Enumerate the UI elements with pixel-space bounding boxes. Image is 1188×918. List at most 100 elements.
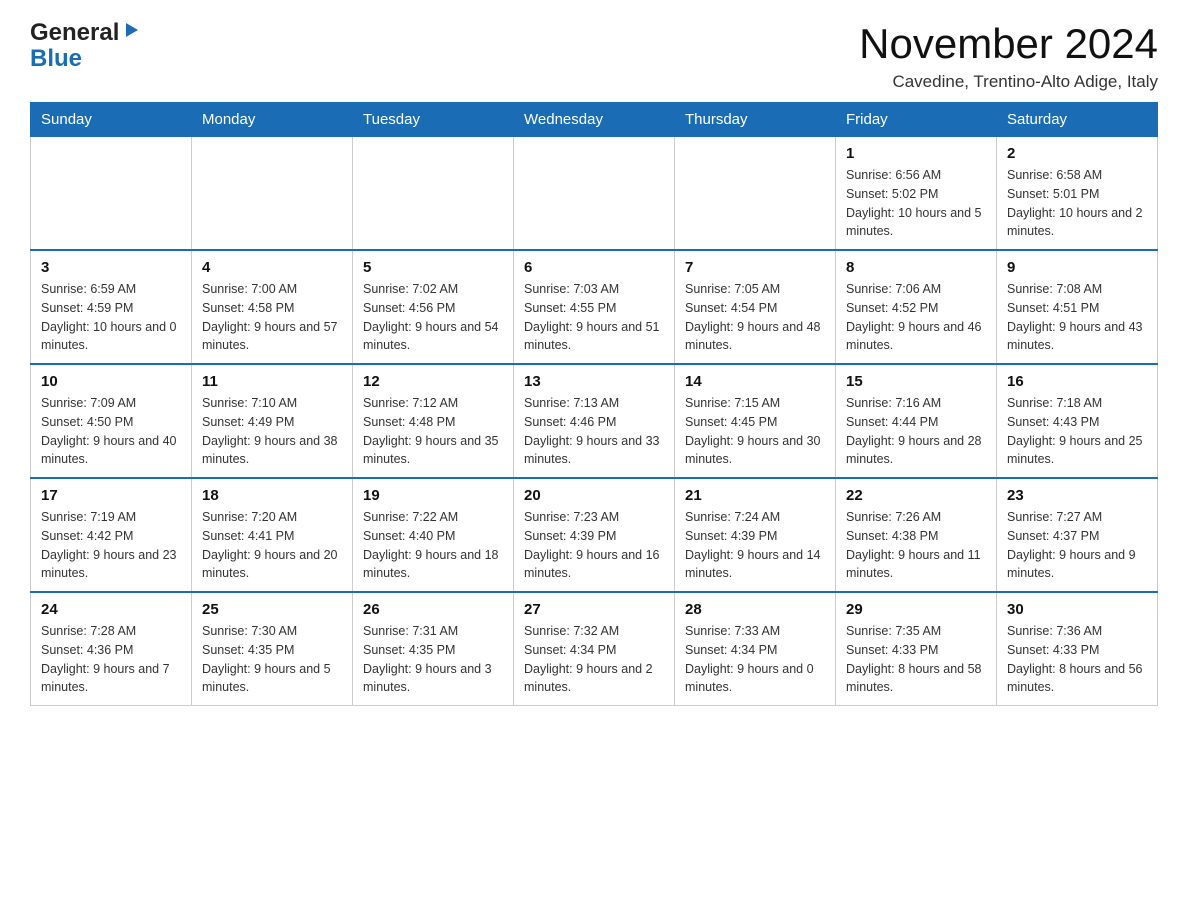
calendar-cell: 13Sunrise: 7:13 AMSunset: 4:46 PMDayligh… — [514, 364, 675, 478]
day-number: 17 — [41, 487, 181, 504]
day-info: Sunrise: 7:00 AMSunset: 4:58 PMDaylight:… — [202, 280, 342, 355]
day-number: 21 — [685, 487, 825, 504]
day-info: Sunrise: 7:18 AMSunset: 4:43 PMDaylight:… — [1007, 394, 1147, 469]
logo-arrow-icon — [122, 20, 140, 44]
calendar-cell: 5 Sunrise: 7:02 AMSunset: 4:56 PMDaylight… — [353, 250, 514, 364]
day-number: 24 — [41, 601, 181, 618]
day-info: Sunrise: 7:26 AMSunset: 4:38 PMDaylight:… — [846, 508, 986, 583]
day-info: Sunrise: 7:27 AMSunset: 4:37 PMDaylight:… — [1007, 508, 1147, 583]
month-title: November 2024 — [859, 20, 1158, 68]
calendar-cell: 29Sunrise: 7:35 AMSunset: 4:33 PMDayligh… — [836, 592, 997, 706]
calendar-cell — [353, 137, 514, 251]
col-header-sunday: Sunday — [31, 103, 192, 137]
day-info: Sunrise: 7:23 AMSunset: 4:39 PMDaylight:… — [524, 508, 664, 583]
logo: General Blue — [30, 20, 140, 73]
day-info: Sunrise: 7:28 AMSunset: 4:36 PMDaylight:… — [41, 622, 181, 697]
calendar-header-row: SundayMondayTuesdayWednesdayThursdayFrid… — [31, 103, 1158, 137]
day-info: Sunrise: 7:30 AMSunset: 4:35 PMDaylight:… — [202, 622, 342, 697]
calendar-cell: 7Sunrise: 7:05 AMSunset: 4:54 PMDaylight… — [675, 250, 836, 364]
day-info: Sunrise: 7:19 AMSunset: 4:42 PMDaylight:… — [41, 508, 181, 583]
calendar-cell: 14Sunrise: 7:15 AMSunset: 4:45 PMDayligh… — [675, 364, 836, 478]
day-number: 26 — [363, 601, 503, 618]
calendar-cell: 23 Sunrise: 7:27 AMSunset: 4:37 PMDayligh… — [997, 478, 1158, 592]
day-number: 22 — [846, 487, 986, 504]
day-number: 9 — [1007, 259, 1147, 276]
calendar-cell: 11 Sunrise: 7:10 AMSunset: 4:49 PMDayligh… — [192, 364, 353, 478]
week-row-2: 3Sunrise: 6:59 AMSunset: 4:59 PMDaylight… — [31, 250, 1158, 364]
calendar-cell — [675, 137, 836, 251]
day-number: 8 — [846, 259, 986, 276]
page-header: General Blue November 2024 Cavedine, Tre… — [30, 20, 1158, 92]
day-number: 2 — [1007, 145, 1147, 162]
day-info: Sunrise: 7:05 AMSunset: 4:54 PMDaylight:… — [685, 280, 825, 355]
day-info: Sunrise: 7:35 AMSunset: 4:33 PMDaylight:… — [846, 622, 986, 697]
calendar-cell: 12 Sunrise: 7:12 AMSunset: 4:48 PMDayligh… — [353, 364, 514, 478]
day-info: Sunrise: 7:22 AMSunset: 4:40 PMDaylight:… — [363, 508, 503, 583]
day-info: Sunrise: 7:06 AMSunset: 4:52 PMDaylight:… — [846, 280, 986, 355]
day-number: 20 — [524, 487, 664, 504]
day-number: 13 — [524, 373, 664, 390]
calendar-cell — [514, 137, 675, 251]
day-number: 5 — [363, 259, 503, 276]
day-info: Sunrise: 7:32 AMSunset: 4:34 PMDaylight:… — [524, 622, 664, 697]
day-info: Sunrise: 7:16 AMSunset: 4:44 PMDaylight:… — [846, 394, 986, 469]
day-info: Sunrise: 7:02 AMSunset: 4:56 PMDaylight:… — [363, 280, 503, 355]
day-info: Sunrise: 7:24 AMSunset: 4:39 PMDaylight:… — [685, 508, 825, 583]
day-info: Sunrise: 7:10 AMSunset: 4:49 PMDaylight:… — [202, 394, 342, 469]
day-number: 16 — [1007, 373, 1147, 390]
day-info: Sunrise: 7:31 AMSunset: 4:35 PMDaylight:… — [363, 622, 503, 697]
calendar-cell: 20 Sunrise: 7:23 AMSunset: 4:39 PMDayligh… — [514, 478, 675, 592]
calendar-cell: 10 Sunrise: 7:09 AMSunset: 4:50 PMDayligh… — [31, 364, 192, 478]
calendar-cell — [31, 137, 192, 251]
col-header-friday: Friday — [836, 103, 997, 137]
day-info: Sunrise: 7:12 AMSunset: 4:48 PMDaylight:… — [363, 394, 503, 469]
day-info: Sunrise: 7:09 AMSunset: 4:50 PMDaylight:… — [41, 394, 181, 469]
day-number: 28 — [685, 601, 825, 618]
week-row-1: 1Sunrise: 6:56 AMSunset: 5:02 PMDaylight… — [31, 137, 1158, 251]
week-row-3: 10 Sunrise: 7:09 AMSunset: 4:50 PMDayligh… — [31, 364, 1158, 478]
day-number: 19 — [363, 487, 503, 504]
calendar-cell: 24 Sunrise: 7:28 AMSunset: 4:36 PMDayligh… — [31, 592, 192, 706]
col-header-thursday: Thursday — [675, 103, 836, 137]
day-number: 30 — [1007, 601, 1147, 618]
calendar-cell: 26 Sunrise: 7:31 AMSunset: 4:35 PMDayligh… — [353, 592, 514, 706]
day-number: 25 — [202, 601, 342, 618]
col-header-monday: Monday — [192, 103, 353, 137]
calendar-cell: 25 Sunrise: 7:30 AMSunset: 4:35 PMDayligh… — [192, 592, 353, 706]
day-number: 27 — [524, 601, 664, 618]
location-subtitle: Cavedine, Trentino-Alto Adige, Italy — [859, 72, 1158, 92]
calendar-cell: 6 Sunrise: 7:03 AMSunset: 4:55 PMDaylight… — [514, 250, 675, 364]
week-row-5: 24 Sunrise: 7:28 AMSunset: 4:36 PMDayligh… — [31, 592, 1158, 706]
day-info: Sunrise: 7:03 AMSunset: 4:55 PMDaylight:… — [524, 280, 664, 355]
day-number: 10 — [41, 373, 181, 390]
calendar-cell: 1Sunrise: 6:56 AMSunset: 5:02 PMDaylight… — [836, 137, 997, 251]
day-number: 23 — [1007, 487, 1147, 504]
day-info: Sunrise: 7:36 AMSunset: 4:33 PMDaylight:… — [1007, 622, 1147, 697]
day-info: Sunrise: 6:59 AMSunset: 4:59 PMDaylight:… — [41, 280, 181, 355]
title-block: November 2024 Cavedine, Trentino-Alto Ad… — [859, 20, 1158, 92]
calendar-cell: 2 Sunrise: 6:58 AMSunset: 5:01 PMDaylight… — [997, 137, 1158, 251]
day-info: Sunrise: 7:20 AMSunset: 4:41 PMDaylight:… — [202, 508, 342, 583]
day-number: 15 — [846, 373, 986, 390]
day-number: 4 — [202, 259, 342, 276]
logo-text-general: General — [30, 20, 119, 46]
calendar-cell: 18Sunrise: 7:20 AMSunset: 4:41 PMDayligh… — [192, 478, 353, 592]
day-info: Sunrise: 7:08 AMSunset: 4:51 PMDaylight:… — [1007, 280, 1147, 355]
day-info: Sunrise: 6:58 AMSunset: 5:01 PMDaylight:… — [1007, 166, 1147, 241]
day-number: 6 — [524, 259, 664, 276]
calendar-table: SundayMondayTuesdayWednesdayThursdayFrid… — [30, 102, 1158, 706]
calendar-cell: 22 Sunrise: 7:26 AMSunset: 4:38 PMDayligh… — [836, 478, 997, 592]
calendar-cell: 17 Sunrise: 7:19 AMSunset: 4:42 PMDayligh… — [31, 478, 192, 592]
day-number: 14 — [685, 373, 825, 390]
day-info: Sunrise: 6:56 AMSunset: 5:02 PMDaylight:… — [846, 166, 986, 241]
day-number: 11 — [202, 373, 342, 390]
calendar-cell: 19 Sunrise: 7:22 AMSunset: 4:40 PMDayligh… — [353, 478, 514, 592]
calendar-cell — [192, 137, 353, 251]
logo-text-blue: Blue — [30, 45, 82, 72]
week-row-4: 17 Sunrise: 7:19 AMSunset: 4:42 PMDayligh… — [31, 478, 1158, 592]
col-header-wednesday: Wednesday — [514, 103, 675, 137]
calendar-cell: 15 Sunrise: 7:16 AMSunset: 4:44 PMDayligh… — [836, 364, 997, 478]
day-info: Sunrise: 7:33 AMSunset: 4:34 PMDaylight:… — [685, 622, 825, 697]
day-number: 12 — [363, 373, 503, 390]
calendar-cell: 8 Sunrise: 7:06 AMSunset: 4:52 PMDaylight… — [836, 250, 997, 364]
